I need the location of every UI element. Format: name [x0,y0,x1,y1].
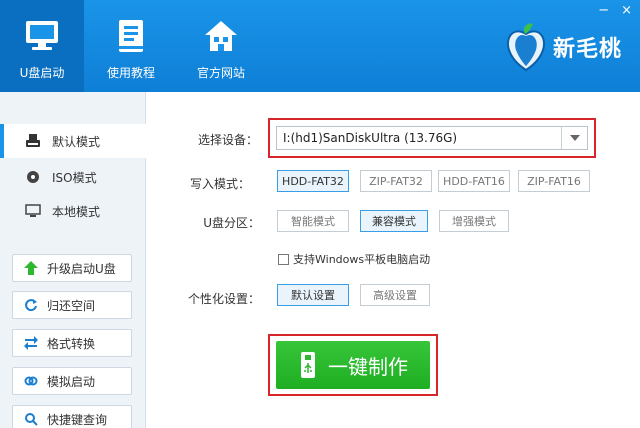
nav-official-site[interactable]: 官方网站 [182,0,260,92]
write-mode-label: 写入模式： [189,177,250,191]
simulate-boot-button[interactable]: 模拟启动 [12,367,132,395]
checkbox-box[interactable] [278,253,289,265]
personalize-label: 个性化设置： [187,292,260,306]
tool-label: 格式转换 [47,336,96,351]
desktop-icon [24,203,42,219]
restore-space-button[interactable]: 归还空间 [12,291,132,319]
make-button-label: 一键制作 [328,354,408,379]
sidebar-item-local-mode[interactable]: 本地模式 [0,194,146,228]
tablet-boot-checkbox[interactable]: 支持Windows平板电脑启动 [278,251,430,267]
app-header: U盘启动 使用教程 官方网站 − × 新毛桃 [0,0,640,92]
partition-smart-mode[interactable]: 智能模式 [277,210,349,232]
tool-label: 升级启动U盘 [47,261,116,276]
monitor-icon [22,16,62,56]
checkbox-label: 支持Windows平板电脑启动 [293,253,431,266]
shortcut-query-button[interactable]: 快捷键查询 [12,405,132,428]
tool-label: 模拟启动 [47,374,96,389]
usb-drive-icon [24,133,42,149]
partition-label: U盘分区： [203,216,260,230]
tool-label: 归还空间 [47,298,96,313]
device-highlight: I:(hd1)SanDiskUltra (13.76G) [268,118,596,158]
simulate-icon [23,373,39,389]
write-mode-zip-fat32[interactable]: ZIP-FAT32 [360,170,432,192]
nav-label: U盘启动 [19,66,65,80]
window-controls: − × [598,4,632,18]
minimize-button[interactable]: − [598,4,609,18]
upgrade-arrow-icon [23,260,39,276]
sidebar-item-iso-mode[interactable]: ISO模式 [0,160,146,194]
sidebar-item-label: 默认模式 [52,134,101,149]
partition-enhanced-mode[interactable]: 增强模式 [439,210,509,232]
tool-label: 快捷键查询 [47,412,108,427]
brand: 新毛桃 [503,22,622,72]
nav-tutorial[interactable]: 使用教程 [92,0,170,92]
close-button[interactable]: × [621,4,632,18]
home-icon [201,16,241,56]
write-mode-zip-fat16[interactable]: ZIP-FAT16 [518,170,590,192]
usb-stick-icon [298,352,318,378]
nav-label: 官方网站 [196,66,245,80]
write-mode-hdd-fat16[interactable]: HDD-FAT16 [438,170,510,192]
tutorial-icon [111,16,151,56]
make-button-highlight: 一键制作 [268,334,438,396]
sidebar-item-label: ISO模式 [52,170,97,185]
peach-logo-icon [503,22,549,72]
sidebar-item-label: 本地模式 [52,204,101,219]
nav-usb-boot[interactable]: U盘启动 [0,0,84,92]
brand-name: 新毛桃 [552,37,622,62]
advanced-settings-button[interactable]: 高级设置 [360,284,430,306]
upgrade-usb-button[interactable]: 升级启动U盘 [12,254,132,282]
write-mode-hdd-fat32[interactable]: HDD-FAT32 [277,170,349,192]
search-icon [23,411,39,427]
device-value: I:(hd1)SanDiskUltra (13.76G) [283,131,458,145]
sidebar: 默认模式 ISO模式 本地模式 升级启动U盘 归还空间 格式转换 模拟启动 快捷… [0,92,147,428]
format-convert-button[interactable]: 格式转换 [12,329,132,357]
chevron-down-icon[interactable] [561,127,587,149]
partition-compatible-mode[interactable]: 兼容模式 [360,210,428,232]
convert-icon [23,335,39,351]
sidebar-item-default-mode[interactable]: 默认模式 [0,124,147,158]
default-settings-button[interactable]: 默认设置 [277,284,349,306]
device-select[interactable]: I:(hd1)SanDiskUltra (13.76G) [276,126,588,150]
one-click-make-button[interactable]: 一键制作 [276,341,430,389]
restore-icon [23,297,39,313]
device-label: 选择设备： [197,133,258,147]
nav-label: 使用教程 [106,66,155,80]
disc-icon [24,169,42,185]
